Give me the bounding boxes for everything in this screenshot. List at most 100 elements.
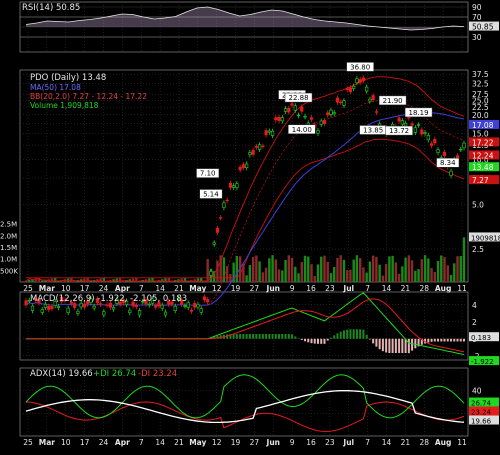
macd-histogram-bar	[437, 338, 440, 342]
candle-body	[293, 105, 297, 111]
volume-bar	[216, 260, 219, 282]
macd-histogram-bar	[258, 333, 261, 339]
price-annotation-label: 5.14	[203, 190, 219, 198]
candle-body	[102, 311, 106, 316]
price-annotation-label: 14.00	[292, 126, 312, 134]
candle-body	[339, 101, 343, 104]
candle-body	[433, 138, 437, 144]
volume-bar	[362, 267, 365, 282]
volume-bar	[290, 257, 294, 282]
macd-histogram-bar	[291, 334, 294, 339]
x-tick-label: 16	[306, 284, 316, 293]
macd-histogram-bar	[339, 331, 342, 339]
volume-tick-label: 2.5M	[0, 221, 17, 229]
volume-bar	[336, 257, 339, 282]
macd-histogram-bar	[362, 329, 365, 339]
x-tick-label: 10	[61, 284, 71, 293]
macd-legend: MACD(12,26,9) -1.922, -2.105, 0.183	[30, 294, 187, 304]
macd-histogram-bar	[459, 338, 462, 342]
x-tick-label: May	[189, 284, 206, 293]
volume-bar	[384, 263, 388, 282]
rsi-legend: RSI(14) 50.85	[22, 3, 80, 13]
macd-histogram-bar	[378, 338, 381, 350]
candle-body	[189, 309, 194, 312]
x-tick-label: 25	[23, 284, 33, 293]
volume-bar	[313, 276, 316, 282]
macd-histogram-bar	[326, 338, 329, 341]
volume-bar	[148, 278, 151, 282]
candle-body	[163, 311, 168, 316]
volume-bar	[339, 255, 342, 282]
macd-value-label: 0.183	[471, 334, 491, 342]
macd-tick-label: 2	[472, 318, 477, 327]
candle-body	[368, 98, 372, 102]
x-tick-label: 24	[99, 284, 109, 293]
volume-bar	[391, 255, 394, 282]
volume-bar	[281, 270, 284, 282]
x-tick-label: 12	[212, 284, 222, 293]
volume-bar	[446, 265, 449, 282]
macd-histogram-bar	[411, 338, 414, 351]
volume-bar	[365, 272, 368, 282]
x-tick-label: Apr	[115, 284, 130, 293]
x-tick-label: Aug	[435, 438, 452, 447]
candle-body	[50, 306, 54, 310]
candle-body	[287, 108, 291, 113]
bb-legend: BB(20,2.0) 7.27 - 12.24 - 17.22	[30, 92, 147, 101]
macd-histogram-bar	[265, 333, 268, 339]
volume-bar	[41, 280, 44, 282]
candle-body	[173, 305, 177, 311]
volume-bar	[83, 278, 86, 282]
adx-value-label: 23.24	[471, 409, 492, 417]
macd-histogram-bar	[359, 329, 362, 339]
price-value-label: 17.08	[472, 121, 494, 130]
candle-body	[30, 305, 35, 311]
candle-body	[251, 150, 255, 155]
volume-bar	[423, 255, 427, 282]
macd-histogram-bar	[401, 338, 404, 354]
macd-histogram-bar	[271, 333, 274, 339]
price-tick-label: 32.5	[472, 79, 489, 88]
volume-bar	[271, 255, 274, 282]
candle-body	[352, 86, 356, 89]
x-tick-label: 9	[290, 284, 295, 293]
candle-body	[348, 87, 353, 93]
macd-histogram-bar	[346, 329, 349, 339]
macd-histogram-bar	[430, 338, 433, 342]
price-annotation-label: 13.85	[363, 126, 383, 134]
macd-histogram-bar	[284, 333, 287, 339]
x-tick-label: 27	[250, 438, 260, 447]
candle-body	[309, 117, 314, 120]
candle-body	[40, 309, 44, 313]
x-tick-label: 14	[155, 284, 165, 293]
candle-body	[436, 149, 440, 153]
volume-bar	[70, 277, 73, 282]
price-annotation-label: 13.72	[389, 127, 409, 135]
candle-body	[459, 148, 463, 151]
price-annotation-label: 22.88	[289, 94, 309, 102]
candle-body	[193, 302, 197, 308]
candle-body	[112, 307, 116, 310]
candle-body	[326, 112, 330, 116]
candle-body	[423, 132, 427, 134]
price-value-label: 7.27	[472, 176, 489, 185]
volume-bar	[333, 267, 336, 282]
volume-bar	[310, 264, 313, 282]
macd-histogram-bar	[304, 338, 307, 342]
price-tick-label: 5.0	[472, 200, 484, 209]
volume-bar	[115, 278, 119, 282]
volume-bar	[284, 260, 287, 282]
macd-histogram-bar	[375, 338, 378, 347]
volume-bar	[320, 256, 323, 282]
x-tick-label: Mar	[39, 284, 56, 293]
candle-body	[322, 119, 327, 125]
volume-bar	[323, 255, 326, 282]
candle-body	[76, 310, 80, 314]
macd-histogram-bar	[333, 335, 336, 339]
macd-histogram-bar	[391, 338, 394, 354]
volume-bar	[375, 256, 378, 282]
volume-bar	[180, 278, 183, 282]
volume-bar	[255, 255, 258, 282]
ma-legend: MA(50) 17.08	[30, 83, 81, 92]
candle-body	[66, 307, 70, 314]
